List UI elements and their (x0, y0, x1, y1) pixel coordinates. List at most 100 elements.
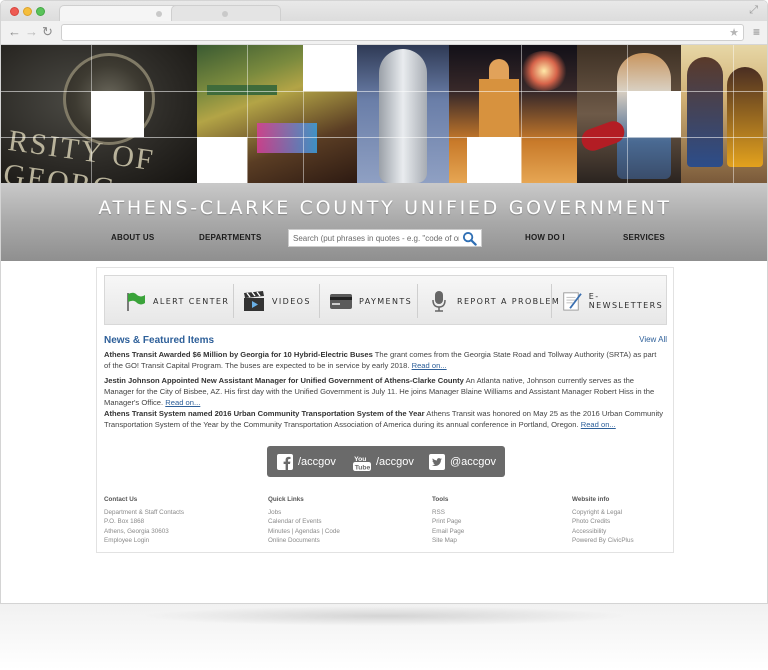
minimize-window-icon[interactable] (23, 7, 32, 16)
banner-photo-statue (357, 45, 449, 183)
footer-tools: Tools RSS Print Page Email Page Site Map (432, 495, 464, 546)
news-item: Jestin Johnson Appointed New Assistant M… (104, 375, 664, 408)
credit-card-icon (330, 294, 352, 309)
flag-icon (127, 292, 145, 311)
quicklink-e-newsletters[interactable]: E-NEWSLETTERS (561, 276, 666, 326)
browser-window: ⤢ ← → ↻ ★ ≡ RSITY OF GEORG ATHENS-CLARKE… (0, 0, 768, 604)
quicklinks-bar: ALERT CENTER VIDEOS PAYMENTS REPORT A PR… (104, 275, 667, 325)
bookmark-star-icon[interactable]: ★ (729, 25, 739, 41)
quicklink-label: REPORT A PROBLEM (457, 296, 561, 306)
news-item-title[interactable]: Athens Transit System named 2016 Urban C… (104, 409, 425, 418)
facebook-icon (277, 453, 293, 470)
clapperboard-icon (244, 291, 264, 311)
banner-white-tile (91, 91, 144, 137)
browser-titlebar: ⤢ (1, 1, 767, 21)
nav-how-do-i[interactable]: HOW DO I (525, 233, 565, 242)
footer-link[interactable]: Copyright & Legal (572, 508, 634, 518)
social-label: @accgov (450, 455, 497, 468)
svg-text:You: You (354, 455, 366, 462)
footer-link[interactable]: Photo Credits (572, 517, 634, 527)
footer-link[interactable]: Jobs (268, 508, 340, 518)
banner-white-tile (627, 91, 681, 137)
drop-shadow (140, 606, 630, 626)
browser-toolbar: ← → ↻ ★ ≡ (1, 21, 767, 45)
banner-grid-line (521, 45, 522, 183)
quicklink-alert-center[interactable]: ALERT CENTER (123, 276, 229, 326)
read-on-link[interactable]: Read on... (165, 398, 200, 407)
footer-link[interactable]: Accessibility (572, 527, 634, 537)
diner-shape (687, 57, 723, 167)
footer-link[interactable]: Email Page (432, 527, 464, 537)
quicklink-payments[interactable]: PAYMENTS (329, 276, 412, 326)
footer-link[interactable]: Calendar of Events (268, 517, 340, 527)
quicklink-videos[interactable]: VIDEOS (242, 276, 311, 326)
nav-services[interactable]: SERVICES (623, 233, 665, 242)
nav-about-us[interactable]: ABOUT US (111, 233, 154, 242)
quicklink-label: VIDEOS (272, 296, 311, 306)
search-input[interactable] (293, 231, 459, 245)
statue-shape (379, 49, 427, 183)
footer-heading: Tools (432, 496, 449, 503)
browser-menu-icon[interactable]: ≡ (753, 24, 760, 40)
footer-link[interactable]: Print Page (432, 517, 464, 527)
maximize-window-icon[interactable] (36, 7, 45, 16)
reload-icon[interactable]: ↻ (42, 24, 53, 40)
footer-text: P.O. Box 1868 (104, 518, 145, 525)
main-content: ALERT CENTER VIDEOS PAYMENTS REPORT A PR… (96, 267, 674, 553)
footer-quick-links: Quick Links Jobs Calendar of Events Minu… (268, 495, 340, 546)
banner-grid-line (733, 45, 734, 183)
neon-sign-shape (257, 123, 317, 153)
footer-contact: Contact Us Department & Staff Contacts P… (104, 495, 184, 546)
footer-link[interactable]: Department & Staff Contacts (104, 508, 184, 518)
title-band: ATHENS-CLARKE COUNTY UNIFIED GOVERNMENT … (1, 183, 767, 261)
news-heading: News & Featured Items (104, 335, 215, 346)
news-item: Athens Transit Awarded $6 Million by Geo… (104, 349, 664, 371)
close-window-icon[interactable] (10, 7, 19, 16)
footer-heading: Quick Links (268, 496, 304, 503)
twitter-icon (429, 453, 445, 470)
banner-grid-line (1, 137, 767, 138)
browser-tab[interactable] (171, 5, 281, 21)
view-all-link[interactable]: View All (639, 335, 667, 344)
nav-departments[interactable]: DEPARTMENTS (199, 233, 262, 242)
address-bar[interactable]: ★ (61, 24, 744, 41)
read-on-link[interactable]: Read on... (581, 420, 616, 429)
fullscreen-icon[interactable]: ⤢ (749, 4, 758, 17)
footer-link[interactable]: Online Documents (268, 536, 340, 546)
footer-link[interactable]: Site Map (432, 536, 464, 546)
footer-link[interactable]: Minutes | Agendas | Code (268, 527, 340, 537)
footer-link[interactable]: Employee Login (104, 536, 184, 546)
news-item-title[interactable]: Athens Transit Awarded $6 Million by Geo… (104, 350, 373, 359)
footer-link[interactable]: Powered By CivicPlus (572, 536, 634, 546)
twitter-link[interactable]: @accgov (429, 446, 496, 477)
back-arrow-icon[interactable]: ← (8, 24, 21, 40)
news-item: Athens Transit System named 2016 Urban C… (104, 408, 664, 430)
social-label: /accgov (298, 455, 336, 468)
forward-arrow-icon[interactable]: → (25, 24, 38, 40)
footer-text: Athens, Georgia 30603 (104, 527, 169, 535)
svg-text:Tube: Tube (355, 464, 371, 471)
news-item-title[interactable]: Jestin Johnson Appointed New Assistant M… (104, 376, 464, 385)
quicklink-report-a-problem[interactable]: REPORT A PROBLEM (427, 276, 560, 326)
search-icon[interactable] (462, 231, 477, 246)
awning-shape (207, 85, 277, 95)
header-banner: RSITY OF GEORG (1, 45, 767, 183)
newsletter-icon (563, 292, 582, 311)
tab-favicon-icon (156, 11, 162, 17)
quicklink-label: PAYMENTS (359, 296, 413, 306)
social-label: /accgov (376, 455, 414, 468)
youtube-icon: You Tube (353, 455, 371, 471)
facebook-link[interactable]: /accgov (277, 446, 336, 477)
youtube-link[interactable]: You Tube /accgov (353, 446, 414, 477)
quicklink-label: ALERT CENTER (153, 296, 230, 306)
quicklink-divider (417, 284, 418, 318)
banner-white-tile (303, 45, 357, 91)
microphone-icon (432, 291, 446, 312)
fireworks-shape (519, 51, 569, 91)
read-on-link[interactable]: Read on... (412, 361, 447, 370)
quicklink-divider (319, 284, 320, 318)
site-title[interactable]: ATHENS-CLARKE COUNTY UNIFIED GOVERNMENT (1, 197, 767, 219)
tab-favicon-icon (222, 11, 228, 17)
footer-link[interactable]: RSS (432, 508, 464, 518)
social-bar: /accgov You Tube /accgov @accgov (267, 446, 505, 477)
